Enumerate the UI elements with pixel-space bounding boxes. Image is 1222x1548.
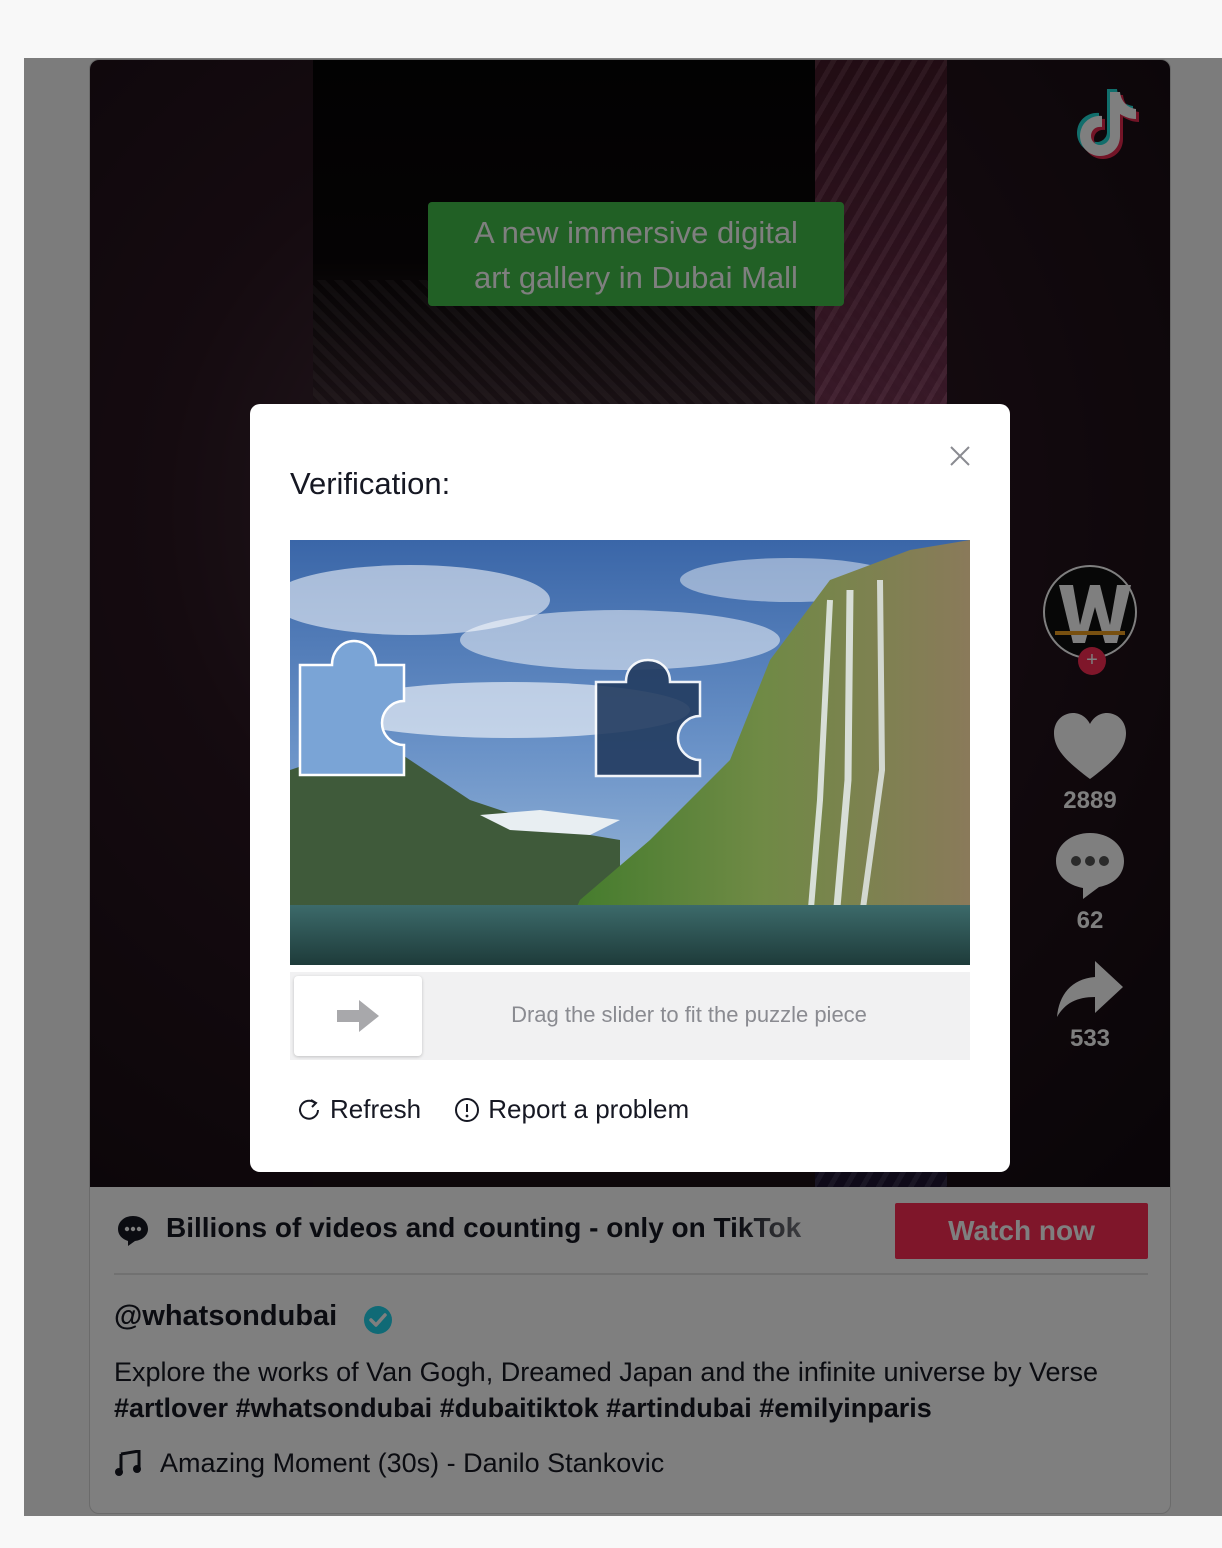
tiktok-logo-icon (1077, 89, 1139, 159)
slider-hint: Drag the slider to fit the puzzle piece (511, 1002, 867, 1027)
verified-check-icon (364, 1306, 392, 1334)
hashtag[interactable]: #emilyinparis (759, 1393, 932, 1423)
hashtag[interactable]: #dubaitiktok (440, 1393, 599, 1423)
promo-text: Billions of videos and counting - only o… (166, 1212, 802, 1243)
side-actions: + 2889 62 533 (1040, 565, 1140, 1053)
promo-bar: Billions of videos and counting - only o… (114, 1187, 1148, 1275)
refresh-button[interactable]: Refresh (296, 1094, 421, 1125)
captcha-slider-handle[interactable] (294, 976, 422, 1056)
report-problem-button[interactable]: Report a problem (454, 1094, 689, 1125)
hashtag[interactable]: #artlover (114, 1393, 228, 1423)
comment-count: 62 (1076, 907, 1104, 934)
avatar-logo-icon (1055, 585, 1131, 643)
video-caption: A new immersive digital art gallery in D… (428, 202, 844, 306)
promo-fade (734, 1203, 894, 1259)
hashtag[interactable]: #artindubai (606, 1393, 752, 1423)
captcha-title: Verification: (290, 466, 451, 501)
captcha-footer: Refresh Report a problem (296, 1094, 715, 1130)
hashtag[interactable]: #whatsondubai (236, 1393, 433, 1423)
watch-now-button[interactable]: Watch now (895, 1203, 1148, 1259)
avatar[interactable]: + (1043, 565, 1137, 675)
heart-icon[interactable] (1052, 711, 1128, 781)
share-count: 533 (1069, 1025, 1111, 1052)
refresh-icon (299, 1098, 319, 1120)
music-title: Amazing Moment (30s) - Danilo Stankovic (160, 1448, 665, 1478)
arrow-right-icon (337, 1000, 379, 1032)
comment-bubble-icon[interactable] (1053, 829, 1127, 901)
captcha-modal: Verification: Drag the slider to fit the… (250, 404, 1010, 1172)
close-icon[interactable] (948, 444, 972, 468)
post-description: Explore the works of Van Gogh, Dreamed J… (114, 1357, 1099, 1423)
share-arrow-icon[interactable] (1055, 959, 1125, 1019)
music-info[interactable]: Amazing Moment (30s) - Danilo Stankovic (114, 1448, 664, 1479)
like-count: 2889 (1063, 787, 1117, 814)
music-note-icon (115, 1450, 141, 1476)
captcha-slider-track[interactable]: Drag the slider to fit the puzzle piece (290, 972, 970, 1060)
follow-plus-icon[interactable]: + (1078, 647, 1106, 675)
author-handle[interactable]: @whatsondubai (114, 1300, 337, 1333)
chat-bubble-icon (118, 1216, 148, 1246)
exclamation-circle-icon (455, 1097, 480, 1122)
puzzle-image (290, 540, 970, 965)
